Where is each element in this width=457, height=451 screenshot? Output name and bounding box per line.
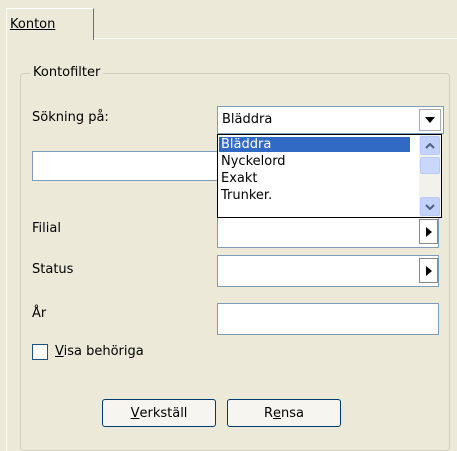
branch-picker-button[interactable] [419,219,438,244]
search-type-value: Bläddra [222,112,273,127]
triangle-right-icon [425,265,432,276]
visa-behoriga-label[interactable]: Visa behöriga [55,344,144,359]
dropdown-scrollbar[interactable] [419,135,441,217]
dropdown-option-nyckelord[interactable]: Nyckelord [219,154,410,169]
group-title: Kontofilter [30,65,104,80]
scroll-thumb[interactable] [420,157,440,174]
dropdown-option-bladdra[interactable]: Bläddra [219,137,410,152]
year-label: År [32,306,47,321]
search-type-combobox[interactable]: Bläddra [217,106,444,134]
chevron-down-icon [425,203,435,210]
visa-behoriga-checkbox[interactable] [32,344,48,360]
branch-field[interactable] [217,216,439,248]
search-text-input[interactable] [32,151,218,181]
chevron-down-icon [425,117,435,123]
branch-label: Filial [32,221,61,236]
scroll-up-button[interactable] [420,136,440,155]
year-input[interactable] [217,303,439,335]
scroll-down-button[interactable] [420,197,440,216]
tab-konton[interactable]: Konton [6,8,94,40]
status-label: Status [32,262,74,277]
status-picker-button[interactable] [419,258,438,283]
search-type-dropdown-list[interactable]: Bläddra Nyckelord Exakt Trunker. [217,134,442,218]
tab-label: Konton [10,17,56,32]
verkstall-button[interactable]: Verkställ [102,399,216,427]
search-type-label: Sökning på: [32,110,109,125]
dropdown-option-trunker[interactable]: Trunker. [219,188,410,203]
panel-border [6,39,7,451]
combo-dropdown-button[interactable] [419,109,441,131]
status-field[interactable] [217,255,439,287]
tab-strip-line [94,38,457,39]
dropdown-option-exakt[interactable]: Exakt [219,171,410,186]
rensa-button[interactable]: Re nsa [227,399,341,427]
triangle-right-icon [425,226,432,237]
chevron-up-icon [425,142,435,149]
